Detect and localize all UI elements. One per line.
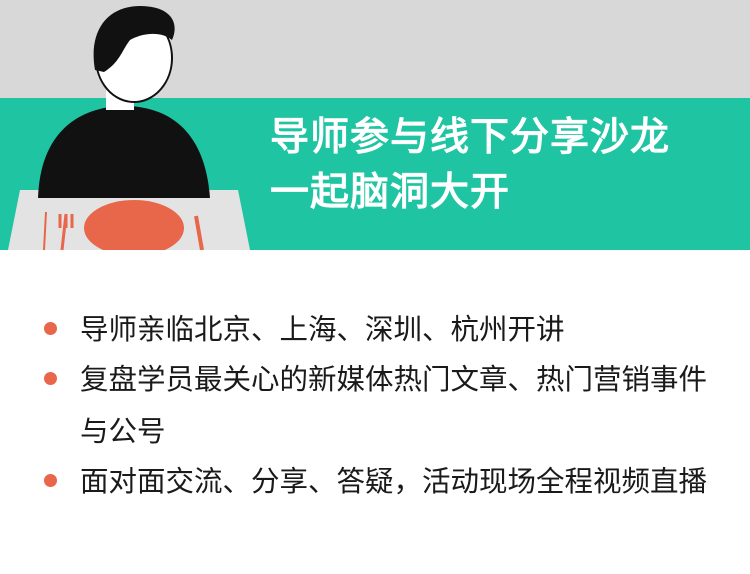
- headline-line-2: 一起脑洞大开: [270, 170, 511, 215]
- bullet-dot-icon: [44, 474, 57, 487]
- feature-bullet-list: 导师亲临北京、上海、深圳、杭州开讲 复盘学员最关心的新媒体热门文章、热门营销事件…: [40, 304, 730, 506]
- list-item: 复盘学员最关心的新媒体热门文章、热门营销事件与公号: [40, 354, 730, 458]
- bullet-dot-icon: [44, 372, 57, 385]
- banner-headline: 导师参与线下分享沙龙 一起脑洞大开: [270, 110, 740, 220]
- list-item: 导师亲临北京、上海、深圳、杭州开讲: [40, 304, 730, 356]
- headline-line-1: 导师参与线下分享沙龙: [270, 115, 671, 160]
- header-banner: 导师参与线下分享沙龙 一起脑洞大开: [0, 0, 750, 250]
- list-item-text: 导师亲临北京、上海、深圳、杭州开讲: [80, 313, 565, 346]
- list-item-text: 复盘学员最关心的新媒体热门文章、热门营销事件与公号: [80, 363, 708, 448]
- bullet-dot-icon: [44, 322, 57, 335]
- list-item-text: 面对面交流、分享、答疑，活动现场全程视频直播: [80, 465, 708, 498]
- person-body-illustration: [38, 105, 210, 198]
- list-item: 面对面交流、分享、答疑，活动现场全程视频直播: [40, 456, 730, 508]
- person-at-table-illustration: [8, 6, 250, 250]
